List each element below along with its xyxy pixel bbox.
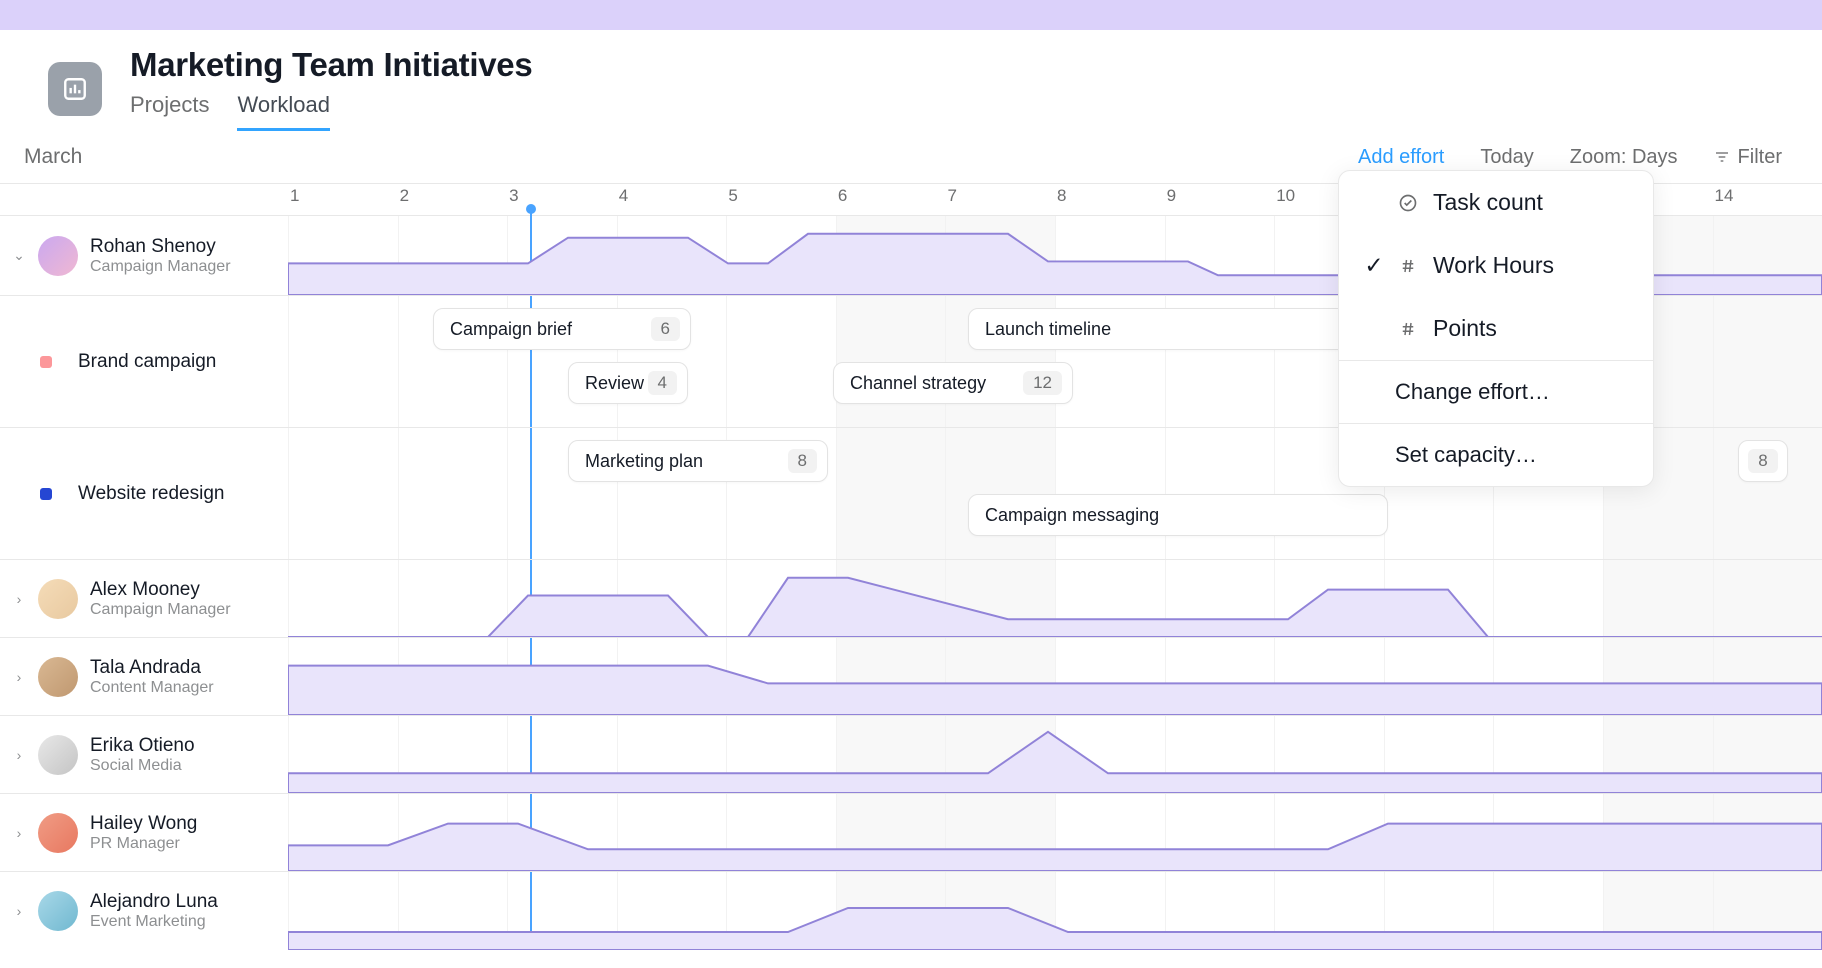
tabs: Projects Workload — [130, 92, 532, 131]
person-row-hailey: › Hailey Wong PR Manager — [0, 794, 1822, 872]
zoom-button[interactable]: Zoom: Days — [1570, 146, 1678, 169]
day-label: 5 — [726, 184, 836, 215]
project-color-swatch — [40, 488, 52, 500]
check-circle-icon — [1397, 193, 1419, 213]
chevron-right-icon[interactable]: › — [12, 903, 26, 919]
task-card[interactable]: Launch timeline — [968, 308, 1388, 350]
day-label: 2 — [398, 184, 508, 215]
chevron-right-icon[interactable]: › — [12, 747, 26, 763]
filter-icon — [1714, 149, 1730, 165]
chevron-right-icon[interactable]: › — [12, 591, 26, 607]
workload-chart — [288, 560, 1822, 637]
person-role: Event Marketing — [90, 913, 218, 931]
today-indicator — [526, 204, 536, 214]
person-role: PR Manager — [90, 835, 197, 853]
day-label: 4 — [617, 184, 727, 215]
task-card[interactable]: Review 4 — [568, 362, 688, 404]
project-label: Website redesign — [78, 483, 224, 505]
day-label: 14 — [1713, 184, 1822, 215]
top-banner — [0, 0, 1822, 30]
task-card[interactable]: Marketing plan 8 — [568, 440, 828, 482]
dropdown-option-task-count[interactable]: Task count — [1339, 171, 1653, 234]
workload-chart — [288, 872, 1822, 950]
task-card[interactable]: Campaign messaging — [968, 494, 1388, 536]
month-label: March — [24, 145, 1358, 169]
person-row-alex: › Alex Mooney Campaign Manager — [0, 560, 1822, 638]
chevron-right-icon[interactable]: › — [12, 669, 26, 685]
person-name: Alex Mooney — [90, 579, 231, 601]
day-label: 9 — [1165, 184, 1275, 215]
avatar — [38, 891, 78, 931]
dropdown-option-work-hours[interactable]: ✓ Work Hours — [1339, 234, 1653, 297]
avatar — [38, 579, 78, 619]
hash-icon — [1397, 320, 1419, 338]
avatar — [38, 236, 78, 276]
today-button[interactable]: Today — [1480, 146, 1533, 169]
person-name: Erika Otieno — [90, 735, 195, 757]
task-card[interactable]: 8 — [1738, 440, 1788, 482]
chevron-right-icon[interactable]: › — [12, 825, 26, 841]
day-label: 3 — [507, 184, 617, 215]
day-label: 6 — [836, 184, 946, 215]
page-title: Marketing Team Initiatives — [130, 46, 532, 84]
person-role: Campaign Manager — [90, 601, 231, 619]
dropdown-set-capacity[interactable]: Set capacity… — [1339, 424, 1653, 486]
workload-chart — [288, 638, 1822, 715]
portfolio-icon — [48, 62, 102, 116]
day-label: 1 — [288, 184, 398, 215]
person-role: Campaign Manager — [90, 258, 231, 276]
day-label: 8 — [1055, 184, 1165, 215]
person-role: Content Manager — [90, 679, 214, 697]
person-row-tala: › Tala Andrada Content Manager — [0, 638, 1822, 716]
task-card[interactable]: Campaign brief 6 — [433, 308, 691, 350]
person-row-alejandro: › Alejandro Luna Event Marketing — [0, 872, 1822, 950]
effort-dropdown: Task count ✓ Work Hours Points Change ef… — [1338, 170, 1654, 487]
person-name: Tala Andrada — [90, 657, 214, 679]
tab-workload[interactable]: Workload — [237, 92, 330, 131]
person-name: Hailey Wong — [90, 813, 197, 835]
workload-chart — [288, 716, 1822, 793]
project-color-swatch — [40, 356, 52, 368]
person-name: Alejandro Luna — [90, 891, 218, 913]
task-card[interactable]: Channel strategy 12 — [833, 362, 1073, 404]
project-label: Brand campaign — [78, 351, 216, 373]
avatar — [38, 735, 78, 775]
hash-icon — [1397, 257, 1419, 275]
chevron-down-icon[interactable]: ⌄ — [12, 247, 26, 264]
person-row-erika: › Erika Otieno Social Media — [0, 716, 1822, 794]
avatar — [38, 813, 78, 853]
header: Marketing Team Initiatives Projects Work… — [0, 30, 1822, 131]
workload-chart — [288, 794, 1822, 871]
person-name: Rohan Shenoy — [90, 236, 231, 258]
filter-button[interactable]: Filter — [1714, 146, 1782, 169]
avatar — [38, 657, 78, 697]
person-role: Social Media — [90, 757, 195, 775]
check-icon: ✓ — [1365, 252, 1383, 279]
tab-projects[interactable]: Projects — [130, 92, 209, 131]
dropdown-option-points[interactable]: Points — [1339, 297, 1653, 360]
dropdown-change-effort[interactable]: Change effort… — [1339, 361, 1653, 423]
add-effort-button[interactable]: Add effort — [1358, 146, 1444, 169]
day-label: 7 — [945, 184, 1055, 215]
